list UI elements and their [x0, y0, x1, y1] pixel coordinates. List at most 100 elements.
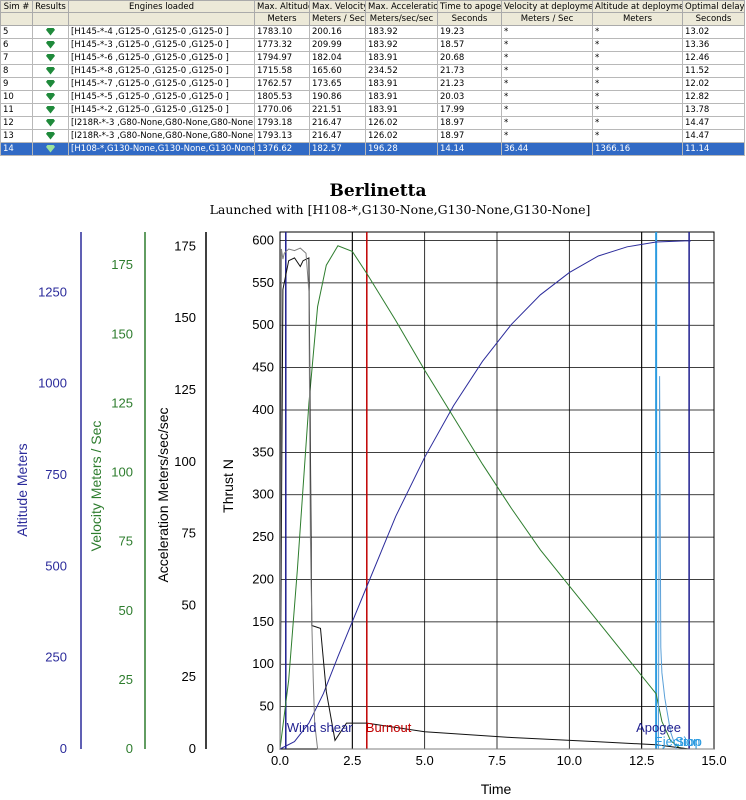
thrust-tick-label: 600 [252, 232, 274, 247]
result-cell [32, 90, 69, 104]
cell-vel: 216.47 [309, 116, 366, 130]
column-unit: Meters/sec/sec [365, 12, 438, 26]
table-row[interactable]: 9 [H145-*-7 ,G125-0 ,G125-0 ,G125-0 ] 1762… [0, 77, 745, 91]
shield-icon [46, 40, 55, 49]
column-header[interactable]: Time to apogee [437, 0, 502, 13]
column-header[interactable]: Optimal delay [682, 0, 745, 13]
cell-adep: * [592, 25, 683, 39]
cell-sim: 9 [0, 77, 33, 91]
cell-tta: 18.97 [437, 116, 502, 130]
cell-vdep: * [501, 77, 593, 91]
cell-vel: 190.86 [309, 90, 366, 104]
altitude-tick-label: 0 [60, 741, 67, 756]
column-unit: Meters / Sec [309, 12, 366, 26]
time-tick-label: 7.5 [488, 753, 506, 768]
thrust-tick-label: 350 [252, 444, 274, 459]
table-row[interactable]: 7 [H145-*-6 ,G125-0 ,G125-0 ,G125-0 ] 1794… [0, 51, 745, 65]
cell-vel: 173.65 [309, 77, 366, 91]
acceleration-tick-label: 150 [174, 310, 196, 325]
table-row[interactable]: 11 [H145-*-2 ,G125-0 ,G125-0 ,G125-0 ] 177… [0, 103, 745, 117]
column-header[interactable]: Max. Altitude [254, 0, 310, 13]
cell-alt: 1783.10 [254, 25, 310, 39]
cell-sim: 8 [0, 64, 33, 78]
column-header[interactable]: Max. Acceleration [365, 0, 438, 13]
cell-vdep: * [501, 116, 593, 130]
cell-vel: 221.51 [309, 103, 366, 117]
thrust-tick-label: 500 [252, 317, 274, 332]
shield-icon [46, 27, 55, 36]
cell-acc: 183.91 [365, 103, 438, 117]
thrust-tick-label: 400 [252, 402, 274, 417]
results-table: Sim # Results Engines loaded Max. Altitude M… [0, 0, 745, 156]
acceleration-tick-label: 0 [189, 741, 196, 756]
altitude-tick-label: 1000 [38, 376, 67, 391]
shield-icon [46, 144, 55, 153]
column-unit: Seconds [682, 12, 745, 26]
column-header[interactable]: Altitude at deployment [592, 0, 683, 13]
column-unit: Meters / Sec [501, 12, 593, 26]
thrust-tick-label: 100 [252, 656, 274, 671]
acceleration-axis-label: Acceleration Meters/sec/sec [155, 407, 171, 582]
table-row[interactable]: 8 [H145-*-8 ,G125-0 ,G125-0 ,G125-0 ] 1715… [0, 64, 745, 78]
cell-engines: [H145-*-7 ,G125-0 ,G125-0 ,G125-0 ] [68, 77, 255, 91]
cell-acc: 183.91 [365, 51, 438, 65]
apogee-label: Apogee [636, 720, 681, 735]
column-unit: Seconds [437, 12, 502, 26]
cell-alt: 1762.57 [254, 77, 310, 91]
acceleration-tick-label: 175 [174, 238, 196, 253]
time-tick-label: 12.5 [629, 753, 654, 768]
cell-vel: 182.57 [309, 142, 366, 156]
cell-delay: 14.47 [682, 129, 745, 143]
table-row[interactable]: 12 [I218R-*-3 ,G80-None,G80-None,G80-None… [0, 116, 745, 130]
cell-sim: 11 [0, 103, 33, 117]
altitude-axis-label: Altitude Meters [14, 443, 30, 536]
cell-vdep: * [501, 38, 593, 52]
wind-shear-label: Wind shear [287, 720, 353, 735]
result-cell [32, 64, 69, 78]
cell-tta: 14.14 [437, 142, 502, 156]
time-axis-label: Time [481, 781, 512, 797]
velocity-tick-label: 150 [111, 326, 133, 341]
velocity-tick-label: 50 [119, 603, 133, 618]
column-header[interactable]: Sim # [0, 0, 33, 13]
result-cell [32, 51, 69, 65]
column-unit [68, 12, 255, 26]
cell-vdep: * [501, 25, 593, 39]
column-unit [32, 12, 69, 26]
cell-vel: 216.47 [309, 129, 366, 143]
cell-vdep: * [501, 129, 593, 143]
velocity-tick-label: 100 [111, 465, 133, 480]
thrust-tick-label: 250 [252, 529, 274, 544]
cell-tta: 21.73 [437, 64, 502, 78]
table-row[interactable]: 13 [I218R-*-3 ,G80-None,G80-None,G80-None… [0, 129, 745, 143]
cell-engines: [I218R-*-3 ,G80-None,G80-None,G80-None] [68, 129, 255, 143]
table-row[interactable]: 6 [H145-*-3 ,G125-0 ,G125-0 ,G125-0 ] 1773… [0, 38, 745, 52]
cell-sim: 5 [0, 25, 33, 39]
acceleration-tick-label: 75 [182, 526, 196, 541]
column-header[interactable]: Engines loaded [68, 0, 255, 13]
table-row[interactable]: 14 [H108-*,G130-None,G130-None,G130-None]… [0, 142, 745, 156]
column-header[interactable]: Results [32, 0, 69, 13]
cell-engines: [H145-*-4 ,G125-0 ,G125-0 ,G125-0 ] [68, 25, 255, 39]
time-tick-label: 0.0 [271, 753, 289, 768]
altitude-tick-label: 1250 [38, 284, 67, 299]
column-header[interactable]: Velocity at deployment [501, 0, 593, 13]
cell-sim: 14 [0, 142, 33, 156]
cell-adep: 1366.16 [592, 142, 683, 156]
burnout-label: Burnout [366, 720, 412, 735]
cell-adep: * [592, 38, 683, 52]
time-tick-label: 10.0 [557, 753, 582, 768]
cell-engines: [H145-*-2 ,G125-0 ,G125-0 ,G125-0 ] [68, 103, 255, 117]
velocity-tick-label: 125 [111, 395, 133, 410]
column-header[interactable]: Max. Velocity [309, 0, 366, 13]
table-row[interactable]: 10 [H145-*-5 ,G125-0 ,G125-0 ,G125-0 ] 180… [0, 90, 745, 104]
acceleration-tick-label: 50 [182, 597, 196, 612]
cell-alt: 1715.58 [254, 64, 310, 78]
cell-delay: 13.36 [682, 38, 745, 52]
shield-icon [46, 131, 55, 140]
table-row[interactable]: 5 [H145-*-4 ,G125-0 ,G125-0 ,G125-0 ] 1783… [0, 25, 745, 39]
cell-acc: 126.02 [365, 129, 438, 143]
thrust-tick-label: 50 [260, 699, 274, 714]
shield-icon [46, 79, 55, 88]
cell-acc: 183.92 [365, 25, 438, 39]
